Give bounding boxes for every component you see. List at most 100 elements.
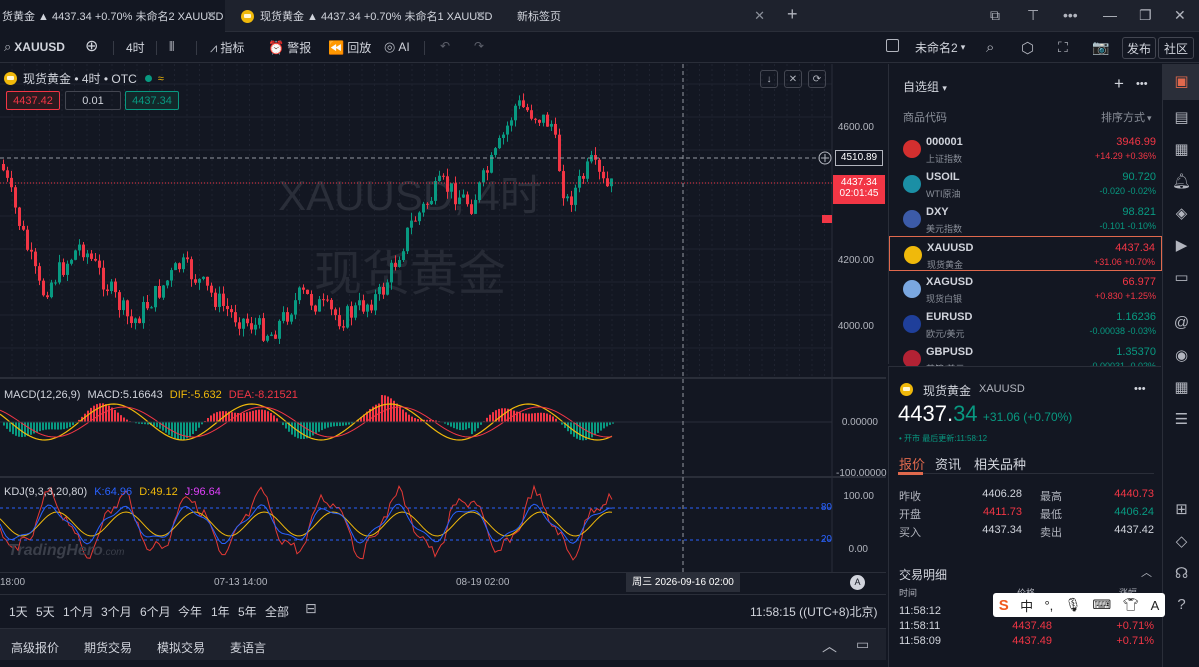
headset-icon[interactable]: ☊ <box>1172 564 1191 583</box>
watchlist-item[interactable]: USOIL WTI原油 90.720 -0.020 -0.02% <box>889 166 1162 201</box>
range-3m[interactable]: 3个月 <box>101 603 132 620</box>
screenshot-icon[interactable]: ⧉ <box>990 7 1000 24</box>
range-all[interactable]: 全部 <box>265 603 289 620</box>
chevron-up-icon[interactable]: ︿ <box>1141 564 1152 580</box>
camera-icon[interactable]: 📷 <box>1092 39 1112 56</box>
range-5y[interactable]: 5年 <box>238 603 257 620</box>
compare-add-icon[interactable]: ⊕ <box>85 36 98 56</box>
document-icon[interactable]: ▤ <box>1172 108 1191 127</box>
tab-futures[interactable]: 期货交易 <box>84 639 132 656</box>
community-button[interactable]: 社区 <box>1158 37 1194 59</box>
grid-icon[interactable]: ▦ <box>1172 378 1191 397</box>
tab-unnamed1[interactable]: 现货黄金 ▲ 4437.34 +0.70% 未命名1 XAUUSD ✕ <box>232 0 494 32</box>
pin-icon[interactable]: ⊤ <box>1027 7 1039 24</box>
tab-mylanguage[interactable]: 麦语言 <box>230 639 266 656</box>
at-icon[interactable]: @ <box>1172 314 1191 333</box>
macd-legend[interactable]: MACD(12,26,9) MACD:5.16643 DIF:-5.632 DE… <box>4 389 298 401</box>
ime-lang-toggle[interactable]: 中 <box>1020 596 1033 615</box>
watchlist-title[interactable]: 自选组 ▾ <box>903 78 947 95</box>
quantity-input[interactable]: 0.01 <box>65 91 121 110</box>
chart-legend[interactable]: 现货黄金 • 4时 • OTC ≈ <box>4 70 164 87</box>
undo-icon[interactable]: ↶ <box>440 39 450 53</box>
ime-punct-toggle[interactable]: °, <box>1044 598 1053 613</box>
layout-name-button[interactable]: 未命名2 ▾ <box>915 39 965 56</box>
buy-price-button[interactable]: 4437.34 <box>125 91 179 110</box>
keyboard-icon[interactable]: ⌨ <box>1093 597 1112 613</box>
auto-scale-button[interactable]: A <box>850 575 865 590</box>
more-icon[interactable]: ••• <box>1136 78 1148 90</box>
ai-button[interactable]: ◎ AI <box>384 39 410 55</box>
fullscreen-icon[interactable]: ⛶ <box>1058 39 1071 56</box>
goto-date-icon[interactable]: ⊟ <box>305 600 317 617</box>
range-1d[interactable]: 1天 <box>9 603 28 620</box>
redo-icon[interactable]: ↷ <box>474 39 484 53</box>
range-ytd[interactable]: 今年 <box>178 603 202 620</box>
video-icon[interactable]: ▶ <box>1172 236 1191 255</box>
bell-icon[interactable]: 🔔︎ <box>1172 172 1191 191</box>
minimize-icon[interactable]: — <box>1103 7 1117 23</box>
signal-icon[interactable]: ◉ <box>1172 346 1191 365</box>
new-tab-icon[interactable]: + <box>787 4 798 25</box>
detail-tab-related[interactable]: 相关品种 <box>974 454 1026 473</box>
sort-button[interactable]: 排序方式 ▾ <box>1101 109 1152 125</box>
layout-checkbox-icon[interactable] <box>886 39 899 52</box>
indicators-button[interactable]: ⩘ 指标 <box>210 39 244 56</box>
replay-button[interactable]: ⏪ 回放 <box>328 39 371 56</box>
interval-button[interactable]: 4时 <box>126 39 145 56</box>
ime-toolbar[interactable]: S 中 °, 🎙︎ ⌨ 👕︎ A <box>993 593 1165 617</box>
reset-icon[interactable]: ⟳ <box>808 70 826 88</box>
range-1m[interactable]: 1个月 <box>63 603 94 620</box>
collapse-icon[interactable]: ✕ <box>784 70 802 88</box>
watchlist-item[interactable]: 000001 上证指数 3946.99 +14.29 +0.36% <box>889 131 1162 166</box>
zoom-search-icon[interactable]: ⌕ <box>986 39 997 56</box>
watchlist-icon[interactable]: ▣ <box>1172 72 1191 91</box>
watchlist-item[interactable]: XAUUSD 现货黄金 4437.34 +31.06 +0.70% <box>889 236 1162 271</box>
tab-unnamed2[interactable]: 货黄金 ▲ 4437.34 +0.70% 未命名2 XAUUSD ✕ <box>0 0 225 32</box>
skin-icon[interactable]: 👕︎ <box>1123 597 1140 613</box>
ai-assist-icon[interactable]: A <box>1151 598 1160 613</box>
close-icon[interactable]: ✕ <box>475 8 486 24</box>
calendar-icon[interactable]: ▦ <box>1172 140 1191 159</box>
alerts-button[interactable]: ⏰ 警报 <box>268 39 311 56</box>
chat-icon[interactable]: ▭ <box>1172 268 1191 287</box>
watchlist-item[interactable]: XAGUSD 现货白银 66.977 +0.830 +1.25% <box>889 271 1162 306</box>
list-icon[interactable]: ☰ <box>1172 410 1191 429</box>
close-icon[interactable]: ✕ <box>754 8 765 24</box>
symbol-search[interactable]: ⌕ XAUUSD <box>4 39 65 55</box>
window-close-icon[interactable]: ✕ <box>1174 7 1186 24</box>
candle-body <box>238 322 241 329</box>
scroll-down-icon[interactable]: ↓ <box>760 70 778 88</box>
chart-title: 现货黄金 • 4时 • OTC <box>23 72 137 86</box>
close-icon[interactable]: ✕ <box>206 8 217 24</box>
microphone-icon[interactable]: 🎙︎ <box>1065 597 1082 613</box>
ime-logo-icon[interactable]: S <box>999 597 1009 614</box>
range-5d[interactable]: 5天 <box>36 603 55 620</box>
clock[interactable]: 11:58:15 ((UTC+8)北京) <box>750 603 877 620</box>
more-icon[interactable]: ••• <box>1134 383 1146 395</box>
watchlist-item[interactable]: DXY 美元指数 98.821 -0.101 -0.10% <box>889 201 1162 236</box>
kdj-legend[interactable]: KDJ(9,3,3,20,80) K:64.96 D:49.12 J:96.64 <box>4 486 221 498</box>
more-icon[interactable]: ••• <box>1063 7 1078 23</box>
diamond-icon[interactable]: ◇ <box>1172 532 1191 551</box>
publish-button[interactable]: 发布 <box>1122 37 1156 59</box>
candle-type-icon[interactable]: ⫴ <box>169 39 177 55</box>
layers-icon[interactable]: ◈ <box>1172 204 1191 223</box>
settings-icon[interactable]: ⬡ <box>1021 39 1037 57</box>
sell-price-button[interactable]: 4437.42 <box>6 91 60 110</box>
grid-apps-icon[interactable]: ⊞ <box>1172 500 1191 519</box>
help-icon[interactable]: ? <box>1172 596 1191 615</box>
range-1y[interactable]: 1年 <box>211 603 230 620</box>
range-6m[interactable]: 6个月 <box>140 603 171 620</box>
add-symbol-icon[interactable]: + <box>1114 74 1124 94</box>
chevron-up-icon[interactable]: ︿ <box>822 635 837 656</box>
detail-tab-quote[interactable]: 报价 <box>899 454 925 473</box>
watchlist-item[interactable]: EURUSD 欧元/美元 1.16236 -0.00038 -0.03% <box>889 306 1162 341</box>
maximize-panel-icon[interactable]: ▭ <box>856 636 869 653</box>
time-axis[interactable]: 18:00 07-13 14:00 08-19 02:00 周三 2026-09… <box>0 572 886 592</box>
chart-area[interactable]: XAUUSD, 4时 现货黄金 现货黄金 • 4时 • OTC ≈ 4437.4… <box>0 64 887 572</box>
tab-advanced-quote[interactable]: 高级报价 <box>11 639 59 656</box>
tab-paper-trading[interactable]: 模拟交易 <box>157 639 205 656</box>
restore-icon[interactable]: ❐ <box>1139 7 1152 24</box>
detail-tab-news[interactable]: 资讯 <box>935 454 961 473</box>
tab-new[interactable]: 新标签页 ✕ <box>503 0 773 32</box>
